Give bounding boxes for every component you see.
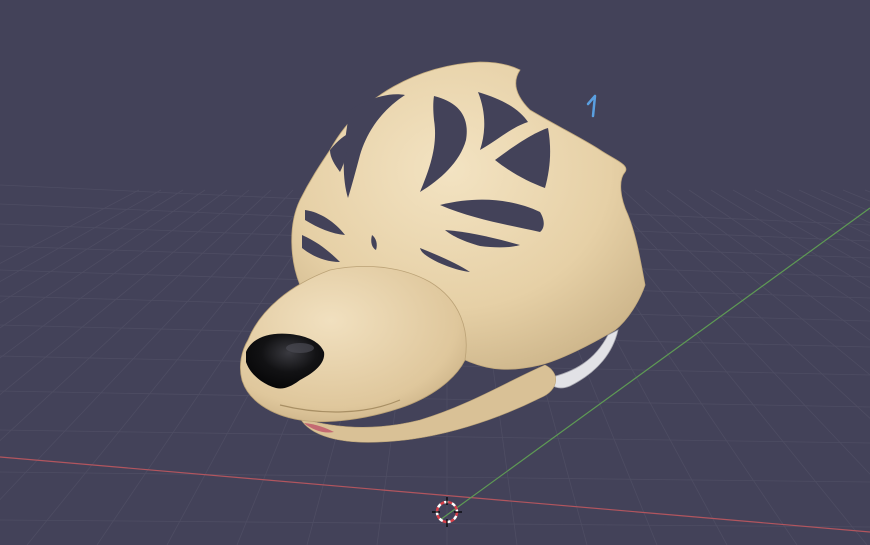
grid-line	[0, 189, 272, 442]
grid-line	[0, 471, 870, 483]
grid-line	[644, 189, 870, 376]
grid-line	[0, 189, 140, 264]
grid-line	[688, 189, 870, 313]
grid-line	[820, 189, 870, 212]
grid-line	[622, 189, 870, 419]
grid-line	[732, 189, 870, 269]
grid-line	[864, 189, 870, 193]
light-direction-icon[interactable]	[586, 94, 597, 118]
grid-line	[0, 189, 206, 329]
grid-line	[0, 189, 162, 283]
mask-nose-highlight	[286, 343, 314, 353]
grid-line	[754, 189, 870, 252]
grid-line	[710, 189, 870, 289]
grid-line	[600, 189, 870, 475]
grid-line	[0, 189, 228, 359]
grid-line	[0, 390, 870, 408]
grid-line	[798, 189, 870, 224]
viewport-canvas[interactable]	[0, 0, 870, 545]
3d-viewport[interactable]	[0, 0, 870, 545]
wolf-head-mask-icon[interactable]	[240, 61, 646, 443]
